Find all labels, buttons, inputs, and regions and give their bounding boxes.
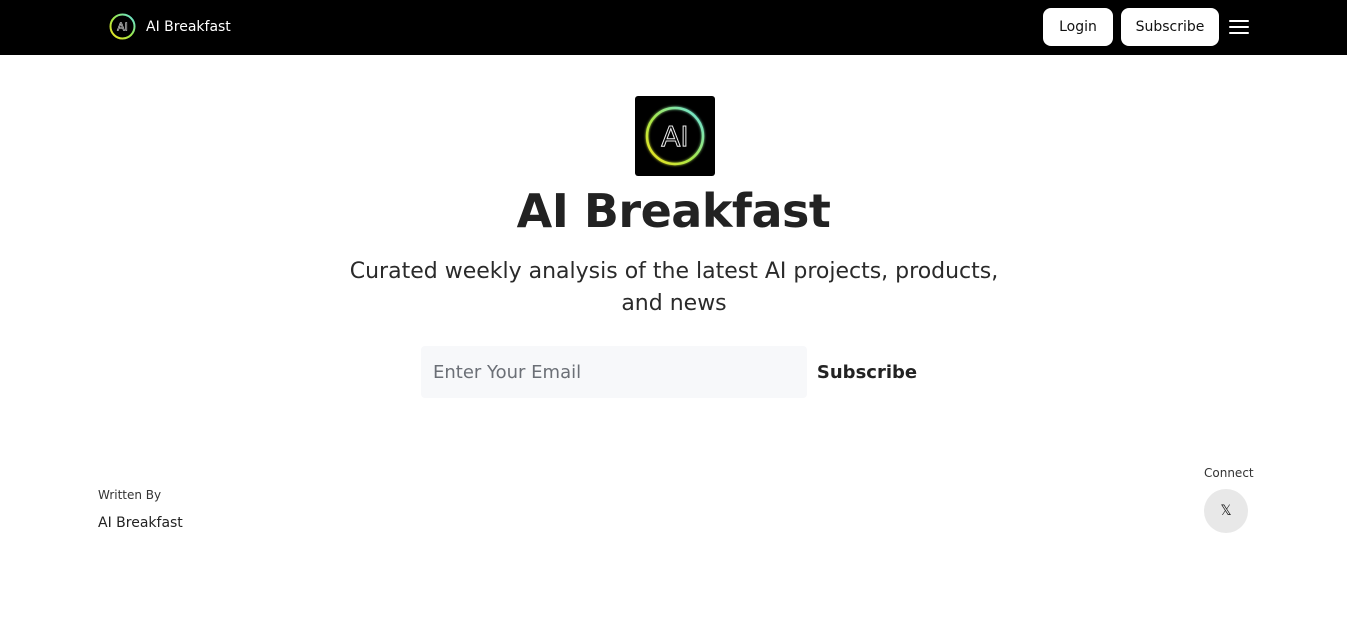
page-title: AI Breakfast (516, 184, 831, 238)
publication-logo: AI (635, 96, 715, 176)
ai-logo-icon: AI (109, 13, 136, 40)
svg-text:AI: AI (117, 21, 128, 34)
menu-line (1229, 32, 1249, 34)
login-button[interactable]: Login (1043, 8, 1113, 46)
logo-text: AI (661, 120, 688, 153)
author-name[interactable]: AI Breakfast (98, 515, 183, 531)
subscribe-button[interactable]: Subscribe (816, 346, 918, 398)
connect-label: Connect (1204, 466, 1254, 480)
email-input[interactable] (421, 346, 807, 398)
x-social-icon[interactable]: 𝕏 (1204, 489, 1248, 533)
subscribe-header-button[interactable]: Subscribe (1121, 8, 1219, 46)
brand-name: AI Breakfast (146, 18, 231, 35)
menu-line (1229, 20, 1249, 22)
top-navbar: AI AI Breakfast Login Subscribe (0, 0, 1347, 55)
menu-line (1229, 26, 1249, 28)
publication-description: Curated weekly analysis of the latest AI… (349, 259, 999, 316)
written-by-label: Written By (98, 488, 162, 502)
hamburger-menu-icon[interactable] (1229, 18, 1249, 36)
brand[interactable]: AI AI Breakfast (109, 13, 231, 40)
